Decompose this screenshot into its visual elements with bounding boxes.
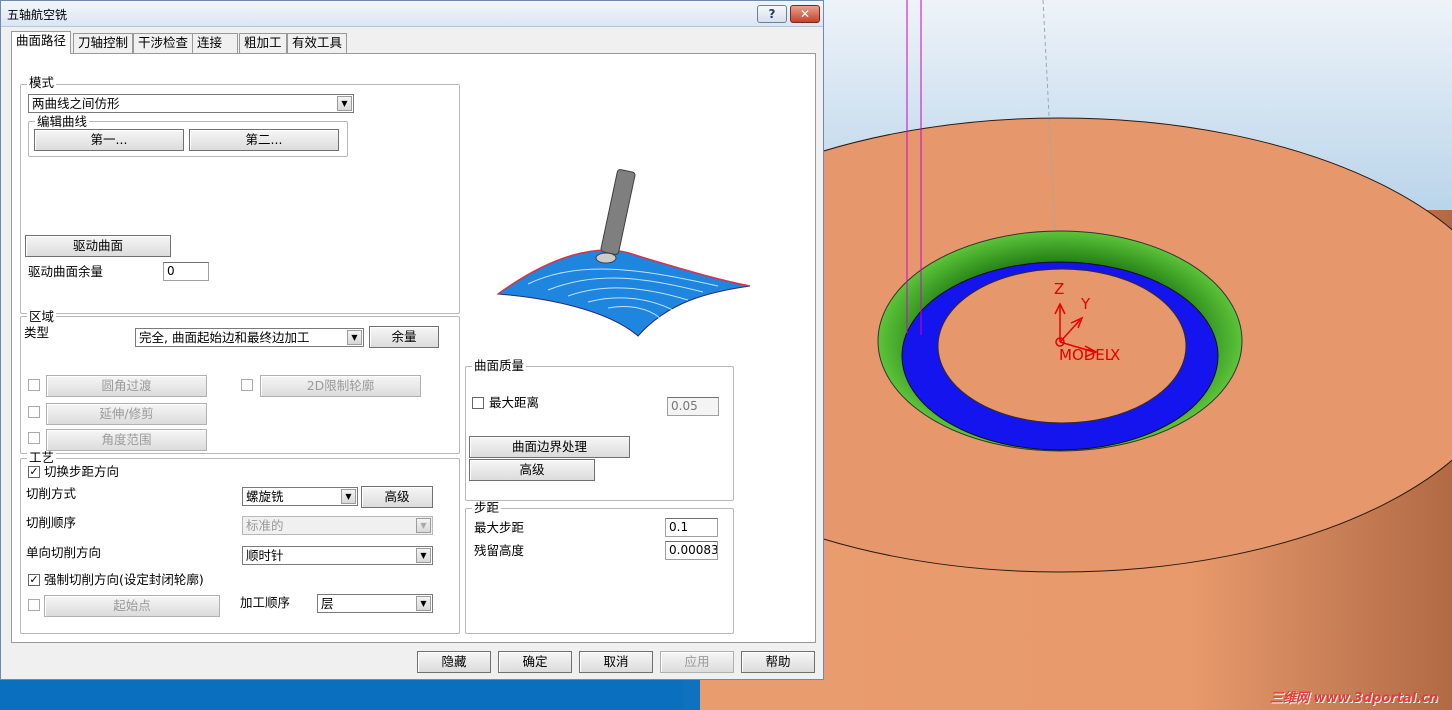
limit-2d-button[interactable]: 2D限制轮廓 xyxy=(260,375,421,397)
five-axis-aero-mill-dialog: 五轴航空铣 ? ✕ 曲面路径 刀轴控制 干涉检查 连接 粗加工 有效工具 模式 … xyxy=(0,0,824,680)
second-curve-button[interactable]: 第二... xyxy=(189,129,339,151)
watermark: 三维网 www.3dportal.cn xyxy=(1269,691,1438,706)
angle-range-button[interactable]: 角度范围 xyxy=(46,429,207,451)
switch-step-checkbox[interactable]: ✓ xyxy=(28,466,40,478)
region-type-value: 完全, 曲面起始边和最终边加工 xyxy=(139,330,310,345)
process-legend: 工艺 xyxy=(27,450,57,465)
model-origin-label: MODEL xyxy=(1059,346,1114,364)
dropdown-arrow-icon[interactable]: ▼ xyxy=(347,330,362,345)
region-legend: 区域 xyxy=(27,309,57,324)
force-direction-label: 强制切削方向(设定封闭轮廓) xyxy=(44,572,204,587)
machining-order-value: 层 xyxy=(321,596,334,611)
switch-step-label: 切换步距方向 xyxy=(44,464,120,479)
mode-legend: 模式 xyxy=(27,75,57,90)
scallop-height-label: 残留高度 xyxy=(474,543,525,558)
angle-range-checkbox[interactable] xyxy=(28,432,40,444)
tab-strip: 曲面路径 刀轴控制 干涉检查 连接 粗加工 有效工具 xyxy=(11,31,816,54)
region-type-select[interactable]: 完全, 曲面起始边和最终边加工 ▼ xyxy=(135,328,364,347)
first-curve-button[interactable]: 第一... xyxy=(34,129,184,151)
extend-trim-checkbox[interactable] xyxy=(28,406,40,418)
surface-path-page: 模式 两曲线之间仿形 ▼ 编辑曲线 第一... 第二... 驱动曲面 驱动曲面余… xyxy=(11,53,816,643)
machining-order-select[interactable]: 层 ▼ xyxy=(317,594,433,613)
surface-quality-legend: 曲面质量 xyxy=(472,358,527,373)
tab-surface-path[interactable]: 曲面路径 xyxy=(11,31,72,54)
max-step-input[interactable]: 0.1 xyxy=(665,518,718,537)
axis-z-label: Z xyxy=(1054,280,1065,298)
fillet-button[interactable]: 圆角过渡 xyxy=(46,375,207,397)
limit-2d-checkbox[interactable] xyxy=(241,379,253,391)
one-way-direction-value: 顺时针 xyxy=(246,548,284,563)
title-bar[interactable]: 五轴航空铣 ? ✕ xyxy=(1,1,823,27)
dropdown-arrow-icon[interactable]: ▼ xyxy=(337,96,352,111)
start-point-checkbox[interactable] xyxy=(28,599,40,611)
tab-link[interactable]: 连接 xyxy=(192,33,238,53)
dropdown-arrow-icon[interactable]: ▼ xyxy=(416,596,431,611)
tab-tool-axis[interactable]: 刀轴控制 xyxy=(73,33,134,53)
drive-surface-button[interactable]: 驱动曲面 xyxy=(25,235,171,257)
drive-allowance-label: 驱动曲面余量 xyxy=(28,264,104,279)
region-type-label: 类型 xyxy=(24,325,50,340)
dropdown-arrow-icon[interactable]: ▼ xyxy=(416,518,431,533)
drive-allowance-input[interactable]: 0 xyxy=(163,262,209,281)
force-direction-checkbox[interactable]: ✓ xyxy=(28,574,40,586)
apply-button[interactable]: 应用 xyxy=(660,651,734,673)
dialog-title: 五轴航空铣 xyxy=(7,8,68,22)
cut-order-label: 切削顺序 xyxy=(26,515,77,530)
hide-button[interactable]: 隐藏 xyxy=(417,651,491,673)
dropdown-arrow-icon[interactable]: ▼ xyxy=(341,489,356,504)
tab-collision-check[interactable]: 干涉检查 xyxy=(133,33,194,53)
cut-order-select[interactable]: 标准的 ▼ xyxy=(242,516,433,535)
mode-select-value: 两曲线之间仿形 xyxy=(32,96,120,111)
extend-trim-button[interactable]: 延伸/修剪 xyxy=(46,403,207,425)
surface-illustration xyxy=(496,169,751,337)
dropdown-arrow-icon[interactable]: ▼ xyxy=(416,548,431,563)
max-distance-label: 最大距离 xyxy=(489,395,540,410)
cut-method-value: 螺旋铣 xyxy=(246,489,284,504)
allowance-button[interactable]: 余量 xyxy=(369,326,439,348)
axis-x-label: X xyxy=(1110,346,1121,364)
cut-method-select[interactable]: 螺旋铣 ▼ xyxy=(242,487,358,506)
max-distance-checkbox[interactable] xyxy=(472,397,484,409)
cancel-button[interactable]: 取消 xyxy=(579,651,653,673)
cut-method-label: 切削方式 xyxy=(26,486,77,501)
mode-select[interactable]: 两曲线之间仿形 ▼ xyxy=(28,94,354,113)
tab-available-tools[interactable]: 有效工具 xyxy=(287,33,348,53)
max-step-label: 最大步距 xyxy=(474,520,525,535)
fillet-checkbox[interactable] xyxy=(28,379,40,391)
help-button[interactable]: 帮助 xyxy=(741,651,815,673)
process-advanced-button[interactable]: 高级 xyxy=(361,486,433,508)
surface-quality-advanced-button[interactable]: 高级 xyxy=(469,459,595,481)
cut-order-value: 标准的 xyxy=(246,518,284,533)
tab-roughing[interactable]: 粗加工 xyxy=(239,33,287,53)
surface-boundary-button[interactable]: 曲面边界处理 xyxy=(469,436,630,458)
ok-button[interactable]: 确定 xyxy=(498,651,572,673)
help-title-button[interactable]: ? xyxy=(757,5,787,23)
stepover-legend: 步距 xyxy=(472,500,502,515)
one-way-direction-label: 单向切削方向 xyxy=(26,545,102,560)
machining-order-label: 加工顺序 xyxy=(240,595,291,610)
close-button[interactable]: ✕ xyxy=(790,5,820,23)
start-point-button[interactable]: 起始点 xyxy=(44,595,220,617)
scallop-height-input[interactable]: 0.000834 xyxy=(665,541,718,560)
one-way-direction-select[interactable]: 顺时针 ▼ xyxy=(242,546,433,565)
axis-y-label: Y xyxy=(1081,295,1091,313)
edit-curves-legend: 编辑曲线 xyxy=(35,114,90,129)
max-distance-input[interactable]: 0.05 xyxy=(667,397,719,416)
